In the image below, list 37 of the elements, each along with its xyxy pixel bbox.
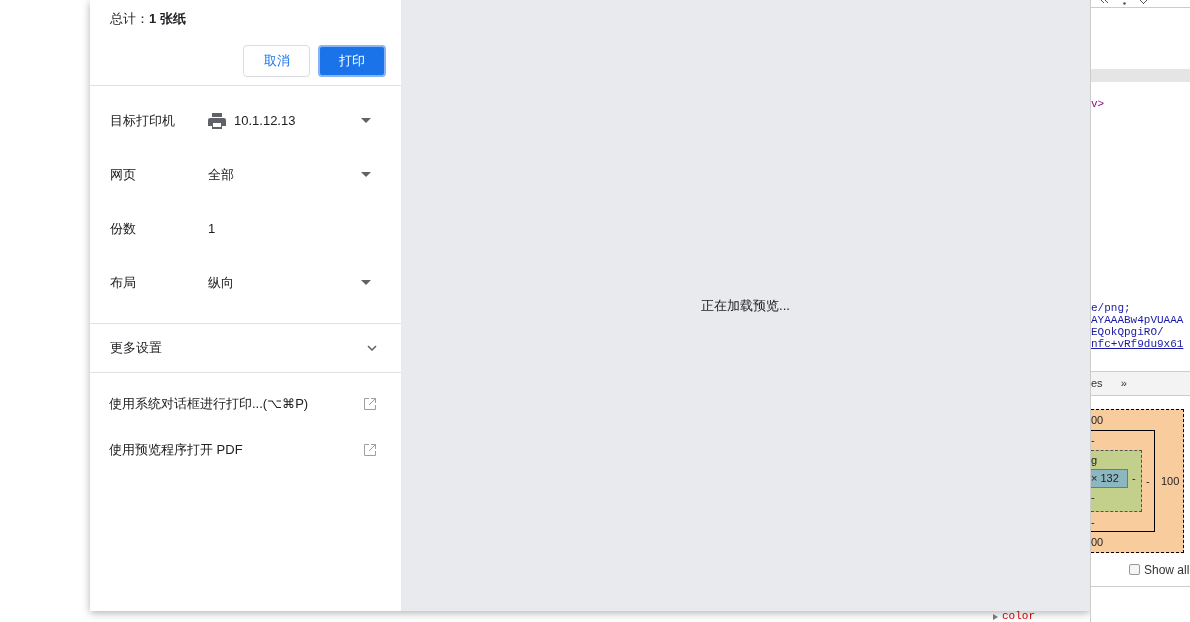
dropdown-caret-icon (361, 118, 371, 123)
code-line: AYAAABw4pVUAAA (1091, 314, 1185, 326)
devtools-tab[interactable]: es (1091, 375, 1103, 392)
expand-triangle-icon (993, 613, 998, 620)
printer-icon (208, 112, 226, 129)
cancel-button[interactable]: 取消 (243, 44, 310, 77)
setting-label: 网页 (110, 165, 137, 184)
external-link-icon (364, 397, 376, 410)
open-with-link[interactable]: 使用系统对话框进行打印...(⌥⌘P) (90, 380, 401, 427)
setting-dropdown[interactable]: 10.1.12.13 (208, 105, 371, 136)
dropdown-caret-icon (361, 172, 371, 177)
more-options-icon[interactable] (1123, 0, 1126, 5)
open-with-link[interactable]: 使用预览程序打开 PDF (90, 426, 401, 473)
external-link-icon (364, 443, 376, 456)
markup-line: v> (1091, 98, 1105, 110)
show-all-checkbox[interactable] (1129, 564, 1140, 575)
copies-field[interactable]: 1 (208, 218, 371, 239)
setting-dropdown[interactable]: 纵向 (208, 267, 371, 298)
show-all-label: Show all (1144, 561, 1190, 579)
total-value: 1 张纸 (149, 10, 186, 28)
chevron-icon (367, 344, 377, 351)
setting-label: 布局 (110, 273, 137, 292)
dropdown-caret-icon (361, 280, 371, 285)
box-model-drawing: 00 - g × 132 - - - - 100 00 (1091, 409, 1184, 553)
code-line: EQokQpgiRO/ (1091, 326, 1165, 338)
double-chevron-icon[interactable] (1101, 0, 1109, 4)
code-line: nfc+vRf9du9x61 (1091, 338, 1185, 350)
total-label: 总计： (110, 10, 149, 28)
setting-label: 份数 (110, 219, 137, 238)
devtools-tab[interactable]: » (1120, 375, 1127, 392)
setting-dropdown[interactable]: 全部 (208, 159, 371, 190)
print-button[interactable]: 打印 (318, 44, 386, 77)
setting-label: 目标打印机 (110, 111, 176, 130)
close-icon[interactable] (1140, 0, 1147, 4)
loading-text: 正在加载预览... (701, 296, 790, 315)
code-line: e/png; (1091, 302, 1132, 314)
css-property: color (1002, 611, 1035, 622)
